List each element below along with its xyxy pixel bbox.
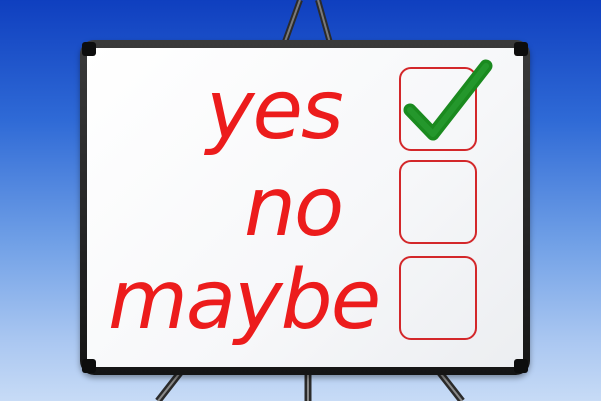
check-mark-icon bbox=[403, 59, 493, 141]
frame-corner-top-right bbox=[514, 42, 528, 56]
option-label-maybe: maybe bbox=[108, 253, 381, 348]
whiteboard-scene: yes no maybe bbox=[0, 0, 601, 401]
option-label-yes: yes bbox=[206, 63, 344, 158]
checkbox-no[interactable] bbox=[399, 160, 477, 244]
frame-corner-top-left bbox=[82, 42, 96, 56]
frame-corner-bottom-right bbox=[514, 359, 528, 373]
frame-corner-bottom-left bbox=[82, 359, 96, 373]
option-label-no: no bbox=[244, 160, 344, 255]
checkbox-maybe[interactable] bbox=[399, 256, 477, 340]
